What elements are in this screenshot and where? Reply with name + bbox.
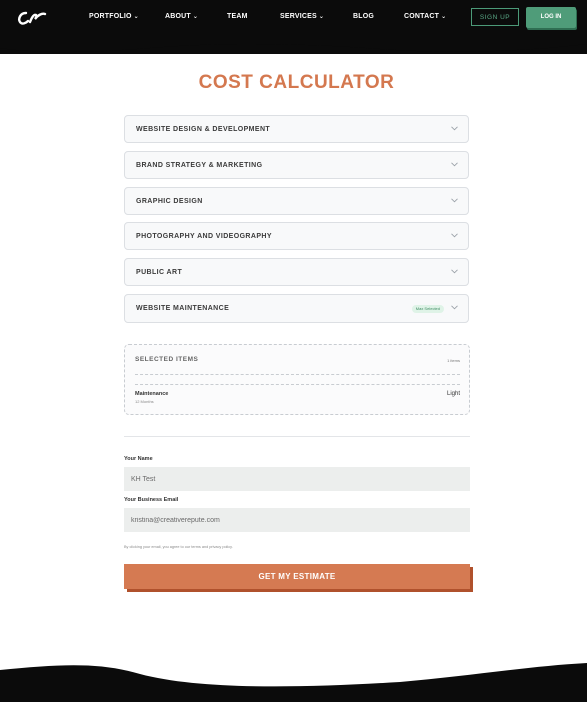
name-input[interactable] — [124, 467, 470, 491]
accordion-label: WEBSITE DESIGN & DEVELOPMENT — [136, 126, 271, 133]
accordion-label: PUBLIC ART — [136, 269, 183, 276]
selected-item-name: Maintenance — [135, 391, 169, 397]
sign-up-button[interactable]: SIGN UP — [471, 8, 519, 26]
accordion-website-design[interactable]: WEBSITE DESIGN & DEVELOPMENT — [124, 115, 469, 143]
divider — [135, 384, 460, 385]
email-input[interactable] — [124, 508, 470, 532]
selected-item-duration: 12 Months — [135, 399, 154, 404]
get-my-estimate-button[interactable]: GET MY ESTIMATE — [124, 564, 470, 589]
nav-team[interactable]: TEAM — [227, 13, 248, 20]
selected-items-title: SELECTED ITEMS — [135, 356, 199, 363]
name-field-label: Your Name — [124, 456, 153, 462]
accordion-brand-strategy[interactable]: BRAND STRATEGY & MARKETING — [124, 151, 469, 179]
nav-services[interactable]: SERVICES ⌄ — [280, 13, 324, 20]
selected-items-count: 1 items — [447, 358, 460, 363]
accordion-label: PHOTOGRAPHY AND VIDEOGRAPHY — [136, 233, 272, 240]
chevron-down-icon: ⌄ — [318, 14, 325, 20]
nav-about[interactable]: ABOUT ⌄ — [165, 13, 198, 20]
nav-contact-label: CONTACT — [404, 13, 440, 20]
selected-item-value: Light — [446, 391, 460, 397]
accordion-label: WEBSITE MAINTENANCE — [136, 305, 230, 312]
chevron-down-icon: ⌄ — [441, 14, 447, 20]
chevron-down-icon — [451, 233, 458, 238]
log-in-button[interactable]: LOG IN — [526, 7, 576, 28]
nav-about-label: ABOUT — [165, 13, 191, 20]
nav-blog-label: BLOG — [353, 13, 375, 20]
header-wave-divider — [0, 40, 587, 53]
section-divider — [124, 436, 470, 437]
page-title: COST CALCULATOR — [198, 72, 395, 93]
nav-portfolio-label: PORTFOLIO — [89, 13, 132, 20]
terms-disclaimer: By clicking your email, you agree to our… — [124, 545, 233, 549]
chevron-down-icon — [451, 126, 458, 131]
chevron-down-icon — [451, 305, 458, 310]
chevron-down-icon — [451, 198, 458, 203]
nav-portfolio[interactable]: PORTFOLIO ⌄ — [89, 13, 139, 20]
accordion-photography[interactable]: PHOTOGRAPHY AND VIDEOGRAPHY — [124, 222, 469, 250]
max-selected-badge: Max Selected — [411, 305, 444, 313]
accordion-label: BRAND STRATEGY & MARKETING — [136, 162, 263, 169]
selected-items-panel: SELECTED ITEMS 1 items Maintenance 12 Mo… — [124, 344, 470, 415]
nav-contact[interactable]: CONTACT ⌄ — [404, 13, 446, 20]
chevron-down-icon — [451, 162, 458, 167]
chevron-down-icon: ⌄ — [133, 14, 139, 20]
nav-blog[interactable]: BLOG — [353, 13, 374, 20]
nav-services-label: SERVICES — [280, 13, 317, 20]
chevron-down-icon: ⌄ — [192, 14, 199, 20]
accordion-public-art[interactable]: PUBLIC ART — [124, 258, 469, 286]
email-field-label: Your Business Email — [124, 497, 179, 503]
chevron-down-icon — [451, 269, 458, 274]
accordion-website-maintenance[interactable]: WEBSITE MAINTENANCE Max Selected — [124, 294, 469, 323]
accordion-graphic-design[interactable]: GRAPHIC DESIGN — [124, 187, 469, 215]
divider — [135, 374, 460, 375]
accordion-label: GRAPHIC DESIGN — [136, 198, 203, 205]
nav-team-label: TEAM — [227, 13, 248, 20]
footer-wave-divider — [0, 663, 587, 702]
